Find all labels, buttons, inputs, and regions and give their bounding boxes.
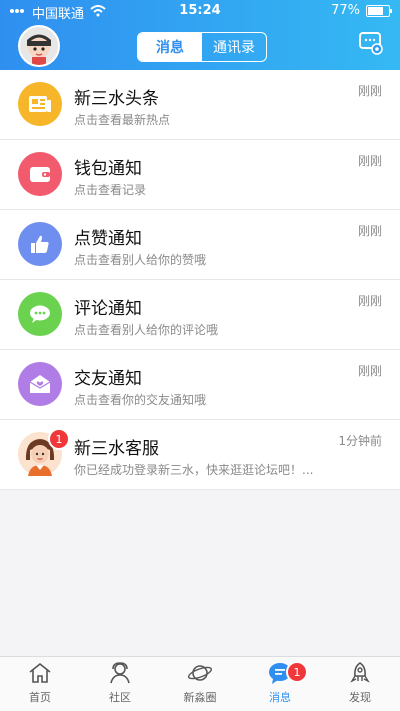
message-subtitle: 你已经成功登录新三水，快来逛逛论坛吧！... xyxy=(74,463,314,477)
battery-percent: 77% xyxy=(331,3,360,18)
user-avatar[interactable] xyxy=(18,25,60,67)
tab-messages[interactable]: 消息 xyxy=(138,33,202,61)
message-title: 新三水客服 xyxy=(74,439,159,459)
message-title: 评论通知 xyxy=(74,299,142,319)
unread-badge: 1 xyxy=(286,661,308,683)
message-subtitle: 点击查看记录 xyxy=(74,183,147,197)
message-title: 点赞通知 xyxy=(74,229,142,249)
tab-label: 社区 xyxy=(109,691,131,704)
message-item-customer-service[interactable]: 1 新三水客服 你已经成功登录新三水，快来逛逛论坛吧！... 1分钟前 xyxy=(0,420,400,490)
message-subtitle: 点击查看别人给你的评论哦 xyxy=(74,323,219,337)
newspaper-icon xyxy=(18,82,62,126)
message-item-headlines[interactable]: 新三水头条 点击查看最新热点 刚刚 xyxy=(0,70,400,140)
status-bar: 中国联通 15:24 77% xyxy=(0,0,400,22)
message-item-likes[interactable]: 点赞通知 点击查看别人给你的赞哦 刚刚 xyxy=(0,210,400,280)
home-icon xyxy=(27,660,53,686)
message-item-comments[interactable]: 评论通知 点击查看别人给你的评论哦 刚刚 xyxy=(0,280,400,350)
message-time: 刚刚 xyxy=(357,364,382,378)
battery-icon xyxy=(366,4,392,17)
envelope-heart-icon xyxy=(18,362,62,406)
message-subtitle: 点击查看你的交友通知哦 xyxy=(74,393,207,407)
message-item-wallet[interactable]: 钱包通知 点击查看记录 刚刚 xyxy=(0,140,400,210)
message-subtitle: 点击查看别人给你的赞哦 xyxy=(74,253,207,267)
chat-bubble-icon xyxy=(18,292,62,336)
message-time: 1分钟前 xyxy=(338,434,382,448)
header-bar: 中国联通 15:24 77% 消息 通讯录 xyxy=(0,0,400,70)
wallet-icon xyxy=(18,152,62,196)
thumbs-up-icon xyxy=(18,222,62,266)
tab-circle[interactable]: 新淼圈 xyxy=(160,657,240,711)
tab-community[interactable]: 社区 xyxy=(80,657,160,711)
segmented-control: 消息 通讯录 xyxy=(137,32,267,62)
tab-label: 新淼圈 xyxy=(183,691,217,704)
message-time: 刚刚 xyxy=(357,154,382,168)
message-time: 刚刚 xyxy=(357,294,382,308)
tab-label: 发现 xyxy=(349,691,371,704)
message-item-friends[interactable]: 交友通知 点击查看你的交友通知哦 刚刚 xyxy=(0,350,400,420)
message-title: 新三水头条 xyxy=(74,89,159,109)
community-icon xyxy=(107,660,133,686)
tab-contacts[interactable]: 通讯录 xyxy=(202,33,266,61)
settings-icon[interactable] xyxy=(358,30,384,56)
message-list: 新三水头条 点击查看最新热点 刚刚 钱包通知 点击查看记录 刚刚 点赞通知 点击… xyxy=(0,70,400,490)
tab-label: 消息 xyxy=(269,691,291,704)
message-time: 刚刚 xyxy=(357,224,382,238)
message-subtitle: 点击查看最新热点 xyxy=(74,113,171,127)
tab-home[interactable]: 首页 xyxy=(0,657,80,711)
message-title: 交友通知 xyxy=(74,369,142,389)
tab-messages-bottom[interactable]: 1 消息 xyxy=(240,657,320,711)
planet-icon xyxy=(187,660,213,686)
message-title: 钱包通知 xyxy=(74,159,142,179)
tab-discover[interactable]: 发现 xyxy=(320,657,400,711)
unread-badge: 1 xyxy=(48,428,70,450)
message-time: 刚刚 xyxy=(357,84,382,98)
bottom-tab-bar: 首页 社区 新淼圈 1 消息 发现 xyxy=(0,656,400,711)
tab-label: 首页 xyxy=(29,691,51,704)
rocket-icon xyxy=(347,660,373,686)
